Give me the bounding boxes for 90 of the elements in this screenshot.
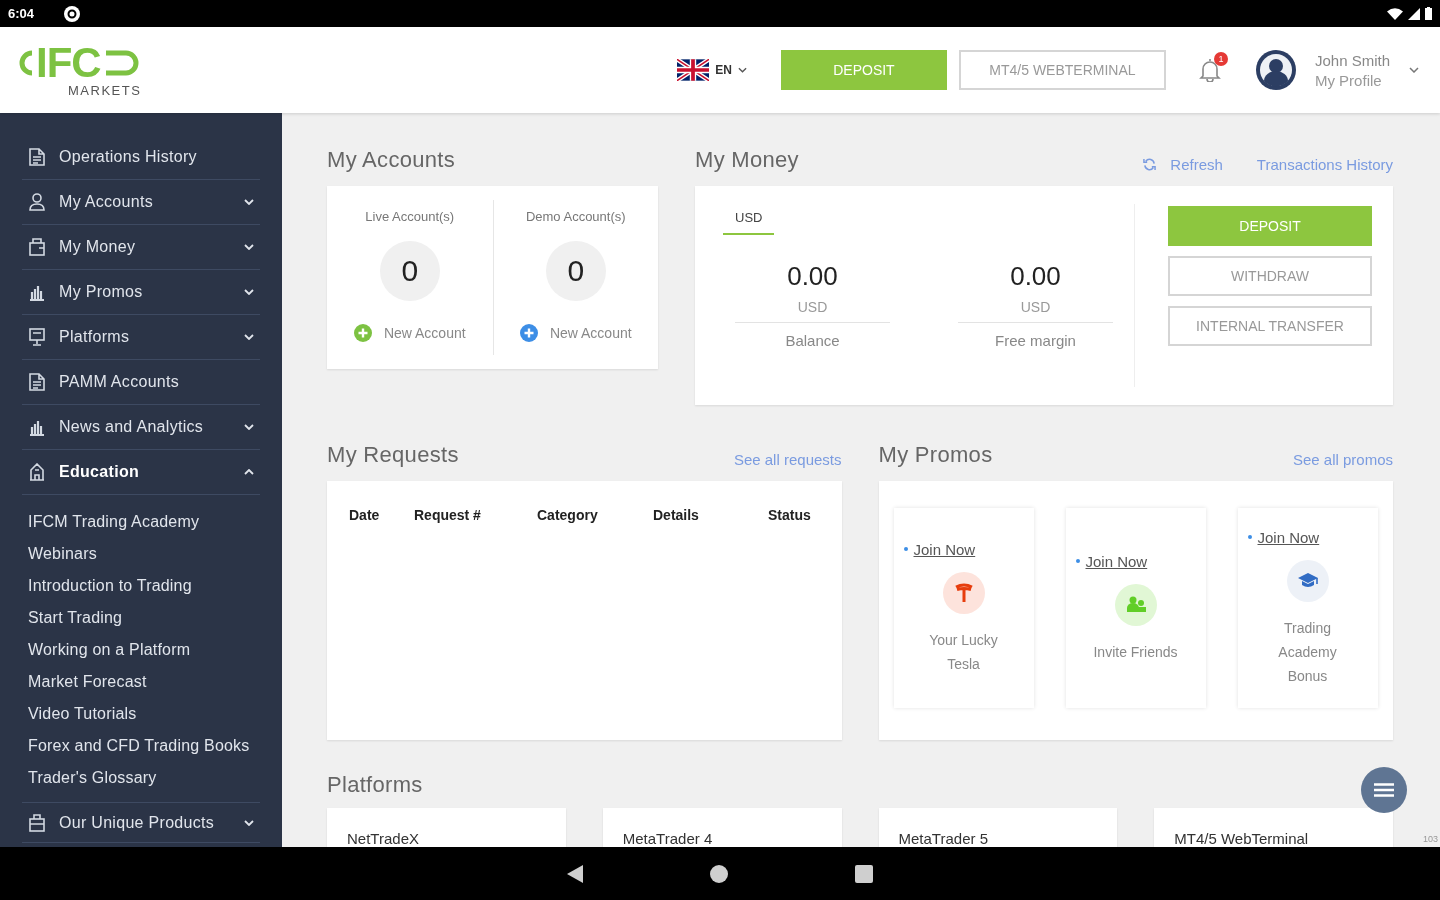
bar-chart-icon [29, 418, 45, 436]
section-title: My Requests [327, 443, 459, 467]
sidebar-subitem[interactable]: Working on a Platform [22, 634, 260, 666]
currency-label: USD [958, 299, 1113, 323]
logo-caption: MARKETS [68, 84, 142, 98]
column-header: Request # [414, 507, 482, 523]
column-header: Status [768, 507, 812, 523]
section-title: My Accounts [327, 148, 456, 172]
caret-icon[interactable] [1409, 67, 1419, 73]
refresh-icon [1143, 157, 1157, 171]
platform-card[interactable]: MetaTrader 4 [602, 808, 842, 847]
briefcase-icon [29, 813, 45, 832]
chat-button[interactable] [1361, 767, 1407, 813]
app-notification-icon [64, 5, 81, 22]
column-header: Category [537, 507, 599, 523]
sidebar-subitem[interactable]: Forex and CFD Trading Books [22, 730, 260, 762]
platform-card[interactable]: MetaTrader 5 [878, 808, 1118, 847]
new-account-link[interactable]: New Account [353, 324, 466, 342]
sidebar-item[interactable]: News and Analytics [22, 405, 260, 450]
promo-name: Your Lucky Tesla [928, 630, 999, 674]
sidebar-subitem[interactable]: Trader's Glossary [22, 762, 260, 794]
amount-value: 0.00 [787, 261, 838, 291]
sidebar-item[interactable]: Our Unique Products [22, 803, 260, 843]
platform-card[interactable]: NetTradeX [327, 808, 566, 847]
section-title: My Money [695, 148, 799, 172]
person-icon [29, 193, 45, 211]
account-count: 0 [545, 241, 606, 301]
flag-icon [677, 59, 710, 81]
column-header: Date [349, 507, 381, 523]
sidebar-item[interactable]: My Promos [22, 270, 260, 315]
caret-icon [244, 469, 254, 475]
platform-card[interactable]: MT4/5 WebTerminal [1154, 808, 1393, 847]
wallet-icon [29, 238, 45, 256]
bar-chart-icon [29, 283, 45, 301]
sidebar-subitem[interactable]: Start Trading [22, 602, 260, 634]
sidebar-subitem[interactable]: Introduction to Trading [22, 570, 260, 602]
caret-icon [244, 819, 254, 826]
signal-icon [1408, 7, 1420, 20]
sidebar-item[interactable]: Operations History [22, 135, 260, 180]
currency-tab[interactable]: USD [723, 204, 775, 235]
building-icon [29, 463, 45, 481]
column-header: Details [653, 507, 700, 523]
logo-wordmark: IFC [36, 42, 101, 84]
join-now-link[interactable]: Join Now [903, 540, 976, 558]
recents-icon[interactable] [855, 864, 873, 883]
promo-name: Trading Academy Bonus [1277, 618, 1338, 686]
wifi-icon [1387, 7, 1403, 20]
notification-badge: 1 [1213, 52, 1228, 66]
status-time: 6:04 [8, 6, 35, 21]
sidebar-subitem[interactable]: Market Forecast [22, 666, 260, 698]
document-icon [29, 373, 45, 391]
sidebar-subitem[interactable]: Video Tutorials [22, 698, 260, 730]
section-title: My Promos [878, 443, 993, 467]
account-type-label: Live Account(s) [365, 209, 455, 224]
account-count: 0 [379, 241, 440, 301]
sidebar-subitem[interactable]: Webinars [22, 538, 260, 570]
sidebar-item[interactable]: My Accounts [22, 180, 260, 225]
value-label: Free margin [995, 332, 1076, 349]
new-account-link[interactable]: New Account [519, 324, 632, 342]
language-selector[interactable]: EN [677, 59, 747, 81]
avatar-icon[interactable] [1255, 50, 1296, 90]
sidebar-item[interactable]: My Money [22, 225, 260, 270]
caret-icon [737, 67, 747, 73]
user-name: John Smith [1314, 51, 1390, 69]
join-now-link[interactable]: Join Now [1247, 528, 1320, 546]
monitor-icon [29, 328, 45, 346]
sidebar-subitem[interactable]: IFCM Trading Academy [22, 506, 260, 538]
bell-icon[interactable] [1198, 58, 1221, 82]
section-title: Platforms [327, 773, 423, 797]
menu-lines-icon [1374, 783, 1394, 797]
caret-icon [244, 289, 254, 295]
caret-icon [244, 244, 254, 250]
amount-value: 0.00 [1010, 261, 1061, 291]
edge-text: 103 [1422, 834, 1438, 844]
account-type-label: Demo Account(s) [525, 209, 626, 224]
logo-arc-icon [18, 50, 34, 76]
caret-icon [244, 199, 254, 205]
promo-name: Invite Friends [1093, 642, 1178, 662]
currency-label: USD [735, 299, 890, 323]
battery-icon [1425, 7, 1432, 20]
document-icon [29, 148, 45, 166]
sidebar-item[interactable]: Platforms [22, 315, 260, 360]
home-icon[interactable] [710, 864, 728, 883]
back-icon[interactable] [567, 864, 583, 883]
sidebar-item[interactable]: Education [22, 450, 260, 495]
caret-icon [244, 334, 254, 340]
value-label: Balance [785, 332, 840, 349]
join-now-link[interactable]: Join Now [1075, 552, 1148, 570]
sidebar-item[interactable]: PAMM Accounts [22, 360, 260, 405]
caret-icon [244, 424, 254, 430]
